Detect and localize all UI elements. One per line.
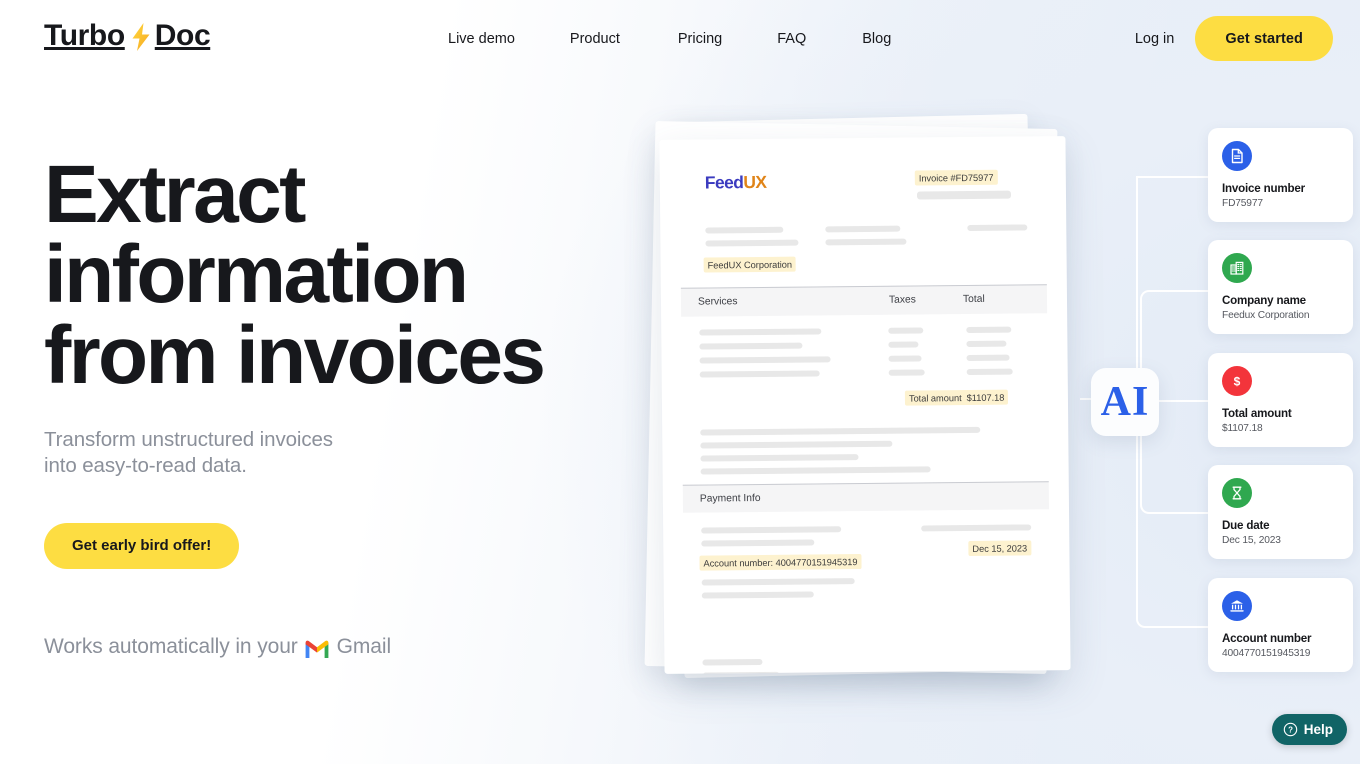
placeholder-bar xyxy=(705,239,799,247)
hero-subheading: Transform unstructured invoices into eas… xyxy=(44,427,664,479)
placeholder-bar xyxy=(702,658,763,666)
placeholder-bar xyxy=(705,226,784,234)
invoice-table-header: Services Taxes Total xyxy=(680,284,1048,317)
help-widget-label: Help xyxy=(1303,722,1333,737)
question-circle-icon: ? xyxy=(1283,722,1298,737)
hero-heading-line1: Extract xyxy=(44,149,306,240)
placeholder-bar xyxy=(700,454,859,462)
placeholder-bar xyxy=(700,440,893,449)
placeholder-bar xyxy=(966,368,1013,376)
nav-pricing[interactable]: Pricing xyxy=(678,25,722,53)
card-invoice-number[interactable]: Invoice number FD75977 xyxy=(1208,128,1353,222)
document-icon xyxy=(1222,141,1252,171)
placeholder-bar xyxy=(966,326,1012,334)
card-title: Account number xyxy=(1222,632,1312,645)
card-account-number[interactable]: Account number 4004770151945319 xyxy=(1208,578,1353,672)
invoice-company-logo: FeedUX xyxy=(705,172,767,194)
payment-info-label: Payment Info xyxy=(699,493,761,505)
placeholder-bar xyxy=(701,539,815,547)
card-value: 4004770151945319 xyxy=(1222,647,1311,659)
payment-info-header: Payment Info xyxy=(682,481,1050,513)
invoice-document: FeedUX Invoice #FD75977 FeedUX Corporati… xyxy=(659,136,1071,674)
table-header-taxes: Taxes xyxy=(888,294,916,306)
help-widget-button[interactable]: ? Help xyxy=(1271,714,1347,745)
bank-icon xyxy=(1222,591,1252,621)
placeholder-bar xyxy=(699,328,822,336)
card-value: Feedux Corporation xyxy=(1222,309,1310,321)
hero-heading-line2: information xyxy=(44,229,469,321)
placeholder-bar xyxy=(700,426,981,436)
card-value: $1107.18 xyxy=(1222,422,1263,434)
lightning-bolt-icon xyxy=(129,21,153,51)
placeholder-bar xyxy=(701,578,855,586)
placeholder-bar xyxy=(888,341,919,348)
placeholder-bar xyxy=(699,342,803,350)
card-total-amount[interactable]: $ Total amount $1107.18 xyxy=(1208,353,1353,447)
card-company-name[interactable]: Company name Feedux Corporation xyxy=(1208,240,1353,334)
placeholder-bar xyxy=(966,354,1010,362)
placeholder-bar xyxy=(921,524,1032,532)
invoice-total-highlight: Total amount $1107.18 xyxy=(904,389,1009,406)
invoice-account-number-highlight: Account number: 4004770151945319 xyxy=(699,554,862,571)
placeholder-bar xyxy=(825,225,901,233)
total-amount-value: $1107.18 xyxy=(966,392,1005,403)
brand-logo[interactable]: Turbo Doc xyxy=(44,19,211,52)
card-due-date[interactable]: Due date Dec 15, 2023 xyxy=(1208,465,1353,559)
table-header-total: Total xyxy=(962,293,985,306)
brand-name-part1: Turbo xyxy=(44,19,125,52)
hero-illustration: FeedUX Invoice #FD75977 FeedUX Corporati… xyxy=(620,0,1360,764)
card-value: FD75977 xyxy=(1222,197,1263,209)
nav-product[interactable]: Product xyxy=(570,25,620,53)
nav-blog[interactable]: Blog xyxy=(862,25,891,53)
placeholder-bar xyxy=(701,591,814,599)
total-amount-label: Total amount xyxy=(908,392,962,404)
placeholder-bar xyxy=(916,190,1012,200)
header-actions: Log in Get started xyxy=(1131,0,1333,77)
brand-name-part2: Doc xyxy=(154,19,211,52)
svg-text:$: $ xyxy=(1234,374,1241,388)
card-title: Company name xyxy=(1222,294,1306,307)
hero-subheading-line2: into easy-to-read data. xyxy=(44,453,247,477)
placeholder-bar xyxy=(699,370,820,378)
placeholder-bar xyxy=(966,340,1007,348)
gmail-icon xyxy=(304,639,330,659)
invoice-due-date-highlight: Dec 15, 2023 xyxy=(968,540,1032,557)
placeholder-bar xyxy=(699,356,831,364)
main-navigation: Live demo Product Pricing FAQ Blog xyxy=(448,0,891,77)
placeholder-bar xyxy=(888,369,925,376)
invoice-number-highlight: Invoice #FD75977 xyxy=(914,169,998,186)
card-title: Invoice number xyxy=(1222,182,1305,195)
hero-section: Extract information from invoices Transf… xyxy=(44,154,664,659)
card-title: Total amount xyxy=(1222,407,1292,420)
table-header-services: Services xyxy=(697,296,738,308)
login-link[interactable]: Log in xyxy=(1131,23,1179,55)
page-title: Extract information from invoices xyxy=(44,154,664,397)
hero-heading-line3: from invoices xyxy=(44,309,546,401)
card-title: Due date xyxy=(1222,519,1270,532)
gmail-integration-note: Works automatically in your Gmail xyxy=(44,635,664,659)
invoice-logo-part1: Feed xyxy=(704,172,744,193)
placeholder-bar xyxy=(825,238,907,246)
placeholder-bar xyxy=(888,355,922,362)
card-value: Dec 15, 2023 xyxy=(1222,534,1281,546)
nav-live-demo[interactable]: Live demo xyxy=(448,25,515,53)
hourglass-icon xyxy=(1222,478,1252,508)
placeholder-bar xyxy=(967,224,1028,232)
gmail-note-prefix: Works automatically in your xyxy=(44,634,298,658)
nav-faq[interactable]: FAQ xyxy=(777,25,806,53)
placeholder-bar xyxy=(700,466,931,475)
placeholder-bar xyxy=(701,526,842,534)
hero-subheading-line1: Transform unstructured invoices xyxy=(44,428,333,452)
early-bird-cta-button[interactable]: Get early bird offer! xyxy=(44,522,240,569)
svg-text:?: ? xyxy=(1288,726,1293,735)
invoice-logo-part2: UX xyxy=(743,171,767,193)
invoice-company-name-highlight: FeedUX Corporation xyxy=(703,256,797,273)
building-icon xyxy=(1222,253,1252,283)
ai-badge: AI xyxy=(1091,368,1159,436)
placeholder-bar xyxy=(888,327,924,334)
site-header: Turbo Doc Live demo Product Pricing FAQ … xyxy=(0,0,1360,77)
dollar-icon: $ xyxy=(1222,366,1252,396)
gmail-note-suffix: Gmail xyxy=(336,634,392,658)
get-started-button[interactable]: Get started xyxy=(1195,16,1333,61)
